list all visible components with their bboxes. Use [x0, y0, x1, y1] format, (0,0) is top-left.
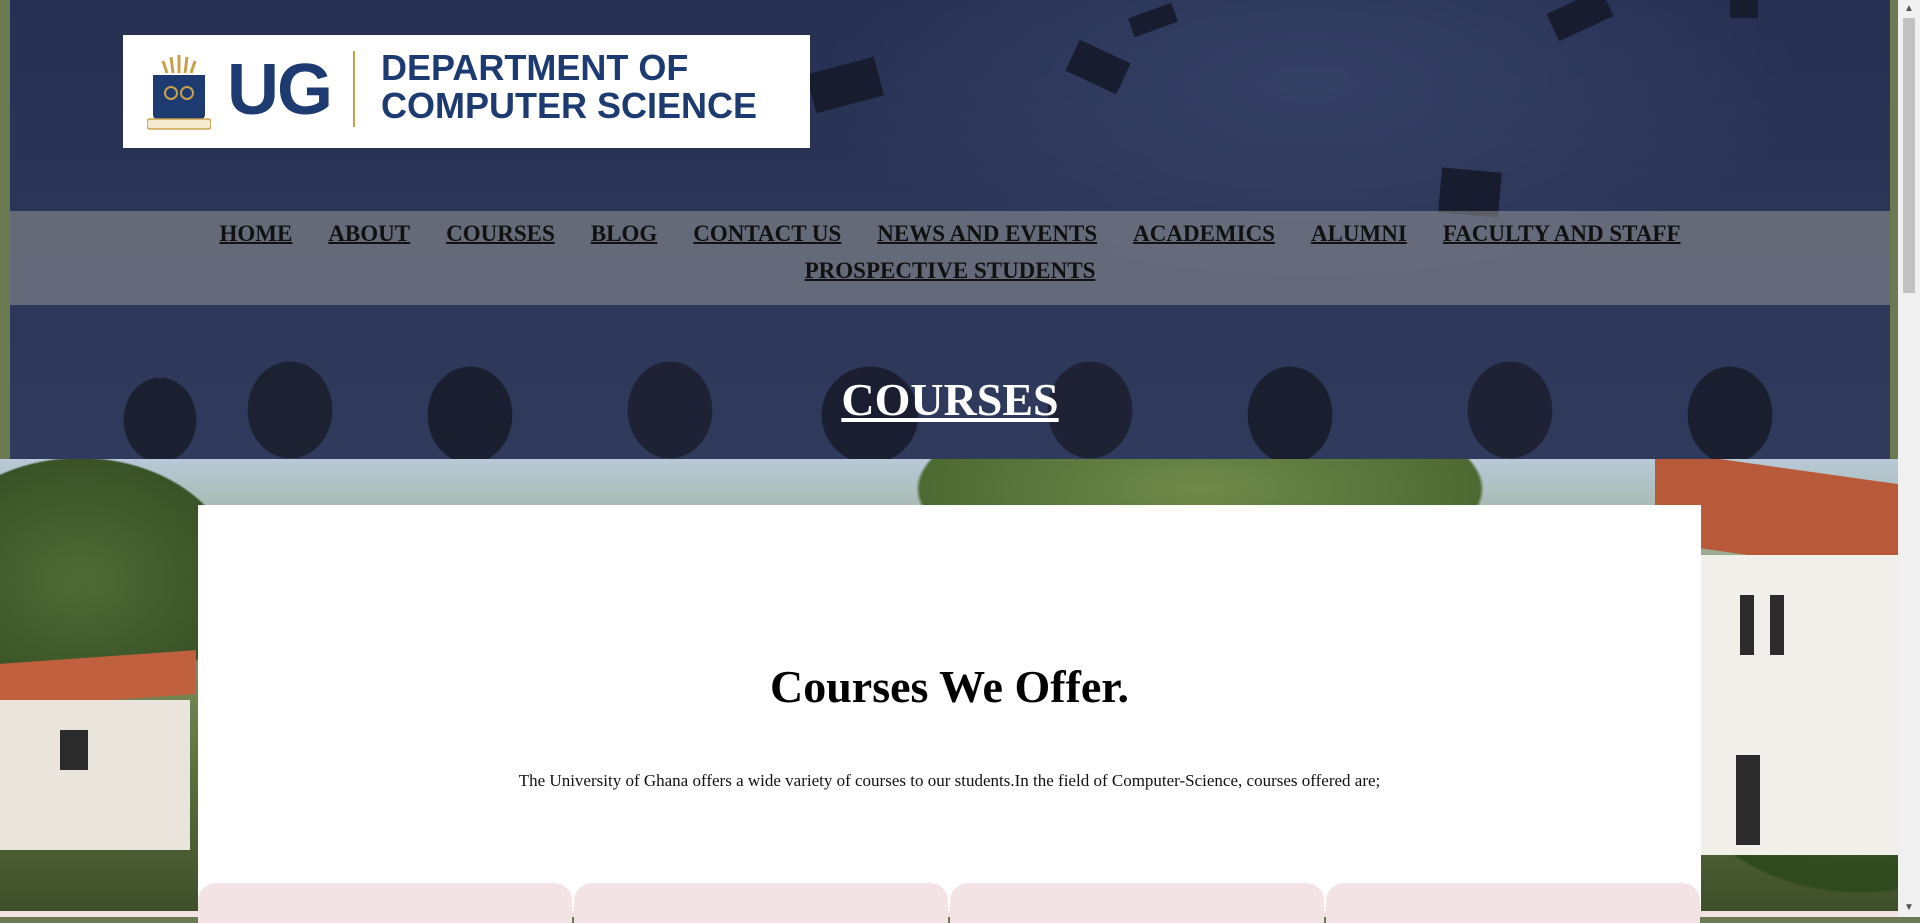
logo-divider: [353, 51, 355, 127]
footer-strip: [0, 911, 1898, 917]
logo-ug-text: UG: [227, 50, 333, 130]
nav-link-alumni[interactable]: ALUMNI: [1311, 211, 1407, 257]
course-tile[interactable]: [950, 883, 1324, 923]
course-tile[interactable]: [1326, 883, 1700, 923]
section-heading: Courses We Offer.: [769, 661, 1129, 712]
courses-content-card: Courses We Offer. The University of Ghan…: [198, 505, 1701, 923]
nav-link-home[interactable]: HOME: [219, 211, 292, 257]
campus-building-right: [1700, 555, 1898, 855]
hero-page-title: COURSES: [841, 374, 1059, 426]
nav-link-blog[interactable]: BLOG: [591, 211, 657, 257]
page-scrollbar[interactable]: ▲ ▼: [1898, 0, 1920, 917]
nav-link-faculty-and-staff[interactable]: FACULTY AND STAFF: [1443, 211, 1681, 257]
section-intro-text: The University of Ghana offers a wide va…: [518, 771, 1381, 790]
nav-link-courses[interactable]: COURSES: [446, 211, 555, 257]
scrollbar-thumb[interactable]: [1903, 18, 1915, 293]
nav-link-prospective-students[interactable]: PROSPECTIVE STUDENTS: [805, 251, 1096, 291]
campus-building-left: [0, 700, 190, 850]
course-tile[interactable]: [574, 883, 948, 923]
scroll-down-arrow-icon[interactable]: ▼: [1898, 899, 1920, 917]
logo-department-text: DEPARTMENT OF COMPUTER SCIENCE: [381, 47, 758, 126]
course-tile[interactable]: [198, 883, 572, 923]
ug-crest-icon: [147, 55, 211, 130]
department-logo[interactable]: UG DEPARTMENT OF COMPUTER SCIENCE: [123, 35, 810, 148]
scroll-up-arrow-icon[interactable]: ▲: [1898, 0, 1920, 18]
main-navigation: HOME ABOUT COURSES BLOG CONTACT US NEWS …: [10, 211, 1890, 305]
nav-link-about[interactable]: ABOUT: [328, 211, 410, 257]
nav-link-academics[interactable]: ACADEMICS: [1133, 211, 1275, 257]
